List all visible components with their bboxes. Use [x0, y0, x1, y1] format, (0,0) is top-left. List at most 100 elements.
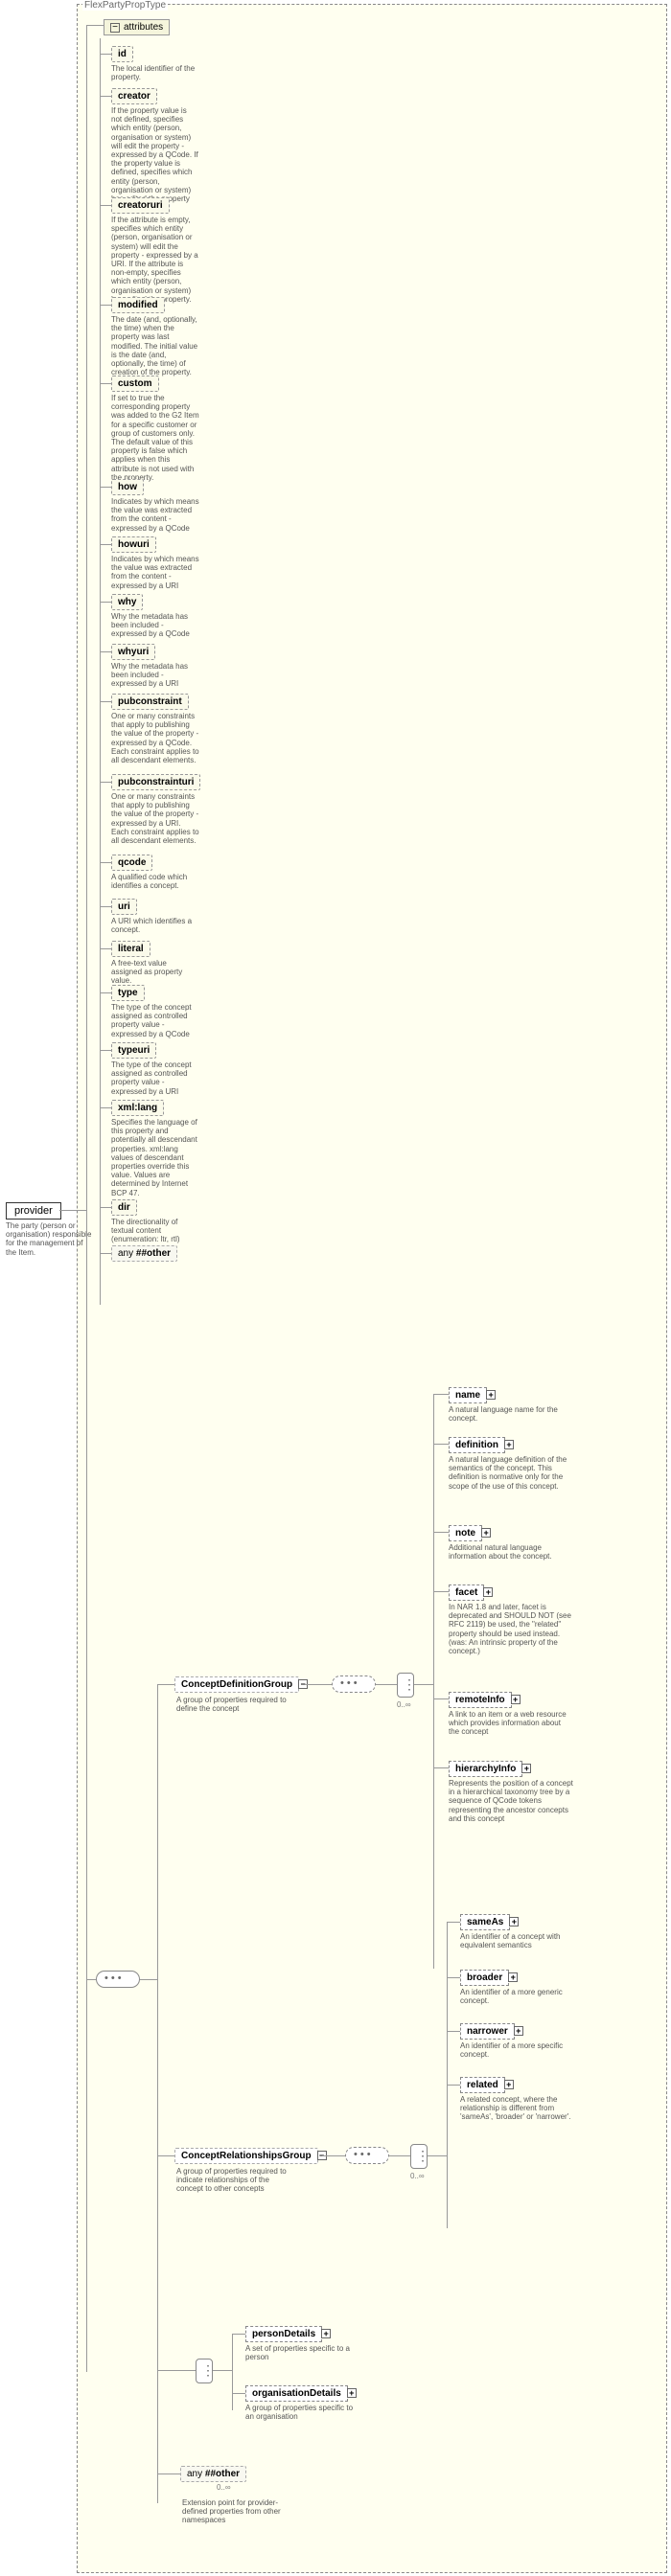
attr-pubconstrainturi: pubconstrainturiOne or many constraints …	[111, 774, 200, 845]
connector	[100, 1207, 111, 1208]
connector	[100, 1107, 111, 1108]
attr-how-box[interactable]: how	[111, 479, 144, 495]
concept-relationships-group[interactable]: ConceptRelationshipsGroup−	[174, 2148, 318, 2164]
elem-sameas-box[interactable]: sameAs+	[460, 1914, 510, 1930]
elem-related-box[interactable]: related+	[460, 2077, 505, 2093]
provider-element[interactable]: provider	[6, 1202, 61, 1220]
expand-icon[interactable]: +	[486, 1390, 496, 1400]
choice-icon[interactable]	[397, 1673, 414, 1698]
elem-organisationdetails: organisationDetails+A group of propertie…	[245, 2385, 360, 2421]
elem-name-box[interactable]: name+	[449, 1387, 487, 1403]
connector	[433, 1591, 449, 1592]
connector	[86, 1979, 96, 1980]
connector	[100, 862, 111, 863]
expand-icon[interactable]: +	[509, 1917, 519, 1926]
attributes-header[interactable]: −attributes	[104, 19, 170, 35]
cardinality: 0..∞	[410, 2172, 425, 2180]
elem-definition-box[interactable]: definition+	[449, 1437, 505, 1453]
expand-icon[interactable]: +	[511, 1695, 521, 1704]
connector	[86, 25, 104, 26]
attr-creatoruri-box[interactable]: creatoruri	[111, 197, 170, 214]
attr-uri: uriA URI which identifies a concept.	[111, 899, 199, 934]
elem-broader-desc: An identifier of a more generic concept.	[460, 1988, 585, 2005]
elem-note-box[interactable]: note+	[449, 1525, 482, 1541]
connector	[100, 1050, 111, 1051]
any-element[interactable]: any ##other	[180, 2466, 246, 2482]
sequence-icon[interactable]	[332, 1676, 376, 1693]
connector	[157, 1684, 174, 1685]
elem-organisationdetails-box[interactable]: organisationDetails+	[245, 2385, 348, 2402]
collapse-icon[interactable]: −	[110, 23, 120, 33]
expand-icon[interactable]: +	[483, 1587, 493, 1597]
cardinality: 0..∞	[397, 1700, 411, 1709]
expand-icon[interactable]: +	[521, 1764, 531, 1773]
cdg-label: ConceptDefinitionGroup	[181, 1679, 292, 1690]
elem-hierarchyinfo: hierarchyInfo+Represents the position of…	[449, 1761, 573, 1823]
elem-persondetails-desc: A set of properties specific to a person	[245, 2344, 360, 2361]
expand-icon[interactable]: +	[347, 2388, 357, 2398]
connector	[232, 2334, 233, 2410]
sequence-icon[interactable]	[345, 2147, 389, 2164]
concept-definition-group[interactable]: ConceptDefinitionGroup−	[174, 1676, 299, 1693]
elem-name-desc: A natural language name for the concept.	[449, 1405, 573, 1423]
choice-icon[interactable]	[196, 2359, 213, 2383]
attr-custom-box[interactable]: custom	[111, 376, 159, 392]
elem-hierarchyinfo-box[interactable]: hierarchyInfo+	[449, 1761, 522, 1777]
connector	[447, 1922, 460, 1923]
choice-icon[interactable]	[410, 2144, 428, 2169]
elem-narrower: narrower+An identifier of a more specifi…	[460, 2023, 585, 2059]
attr-why-box[interactable]: why	[111, 594, 143, 610]
connector	[428, 2155, 447, 2156]
elem-broader-label: broader	[467, 1972, 502, 1983]
expand-icon[interactable]: +	[514, 2026, 523, 2036]
attr-creator-box[interactable]: creator	[111, 88, 157, 104]
connector	[100, 54, 111, 55]
attr-typeuri-box[interactable]: typeuri	[111, 1042, 156, 1059]
attr-xmllang-box[interactable]: xml:lang	[111, 1100, 164, 1116]
connector	[433, 1444, 449, 1445]
any-label2: any	[187, 2469, 202, 2479]
sequence-icon[interactable]	[96, 1971, 140, 1988]
any-attribute[interactable]: any ##other	[111, 1245, 177, 1262]
connector	[100, 96, 111, 97]
attr-qcode-box[interactable]: qcode	[111, 855, 152, 871]
elem-remoteinfo-box[interactable]: remoteInfo+	[449, 1692, 512, 1708]
connector	[86, 25, 87, 2372]
elem-facet-box[interactable]: facet+	[449, 1584, 484, 1601]
attr-pubconstrainturi-box[interactable]: pubconstrainturi	[111, 774, 200, 790]
connector	[140, 1979, 157, 1980]
attr-uri-box[interactable]: uri	[111, 899, 137, 915]
connector	[376, 1684, 397, 1685]
attr-type-desc: The type of the concept assigned as cont…	[111, 1003, 199, 1038]
expand-icon[interactable]: +	[508, 1972, 518, 1982]
provider-desc: The party (person or organisation) respo…	[6, 1221, 94, 1257]
expand-icon[interactable]: +	[504, 1440, 514, 1449]
elem-narrower-label: narrower	[467, 2026, 508, 2037]
attr-pubconstraint-box[interactable]: pubconstraint	[111, 694, 189, 710]
attr-whyuri: whyuri Why the metadata has been included…	[111, 644, 199, 689]
connector	[100, 782, 111, 783]
attr-whyuri-box[interactable]: whyuri	[111, 644, 155, 660]
attr-howuri-box[interactable]: howuri	[111, 536, 156, 553]
attr-custom: customIf set to true the corresponding p…	[111, 376, 199, 482]
any-label: any	[118, 1248, 133, 1259]
attr-type-box[interactable]: type	[111, 985, 145, 1001]
connector	[100, 701, 111, 702]
connector	[100, 205, 111, 206]
attr-literal-box[interactable]: literal	[111, 941, 150, 957]
connector	[157, 2473, 180, 2474]
attr-whyuri-desc: Why the metadata has been included - exp…	[111, 662, 199, 689]
elem-facet-desc: In NAR 1.8 and later, facet is deprecate…	[449, 1603, 573, 1655]
elem-persondetails-box[interactable]: personDetails+	[245, 2326, 322, 2342]
attr-id-box[interactable]: id	[111, 46, 133, 62]
attr-modified-box[interactable]: modified	[111, 297, 165, 313]
connector	[157, 2370, 196, 2371]
expand-icon[interactable]: +	[504, 2080, 514, 2089]
expand-icon[interactable]: +	[481, 1528, 491, 1538]
attr-how: howIndicates by which means the value wa…	[111, 479, 199, 533]
elem-narrower-box[interactable]: narrower+	[460, 2023, 515, 2040]
elem-broader-box[interactable]: broader+	[460, 1970, 509, 1986]
expand-icon[interactable]: +	[321, 2329, 331, 2338]
attr-dir-box[interactable]: dir	[111, 1199, 137, 1216]
crg-label: ConceptRelationshipsGroup	[181, 2151, 312, 2161]
